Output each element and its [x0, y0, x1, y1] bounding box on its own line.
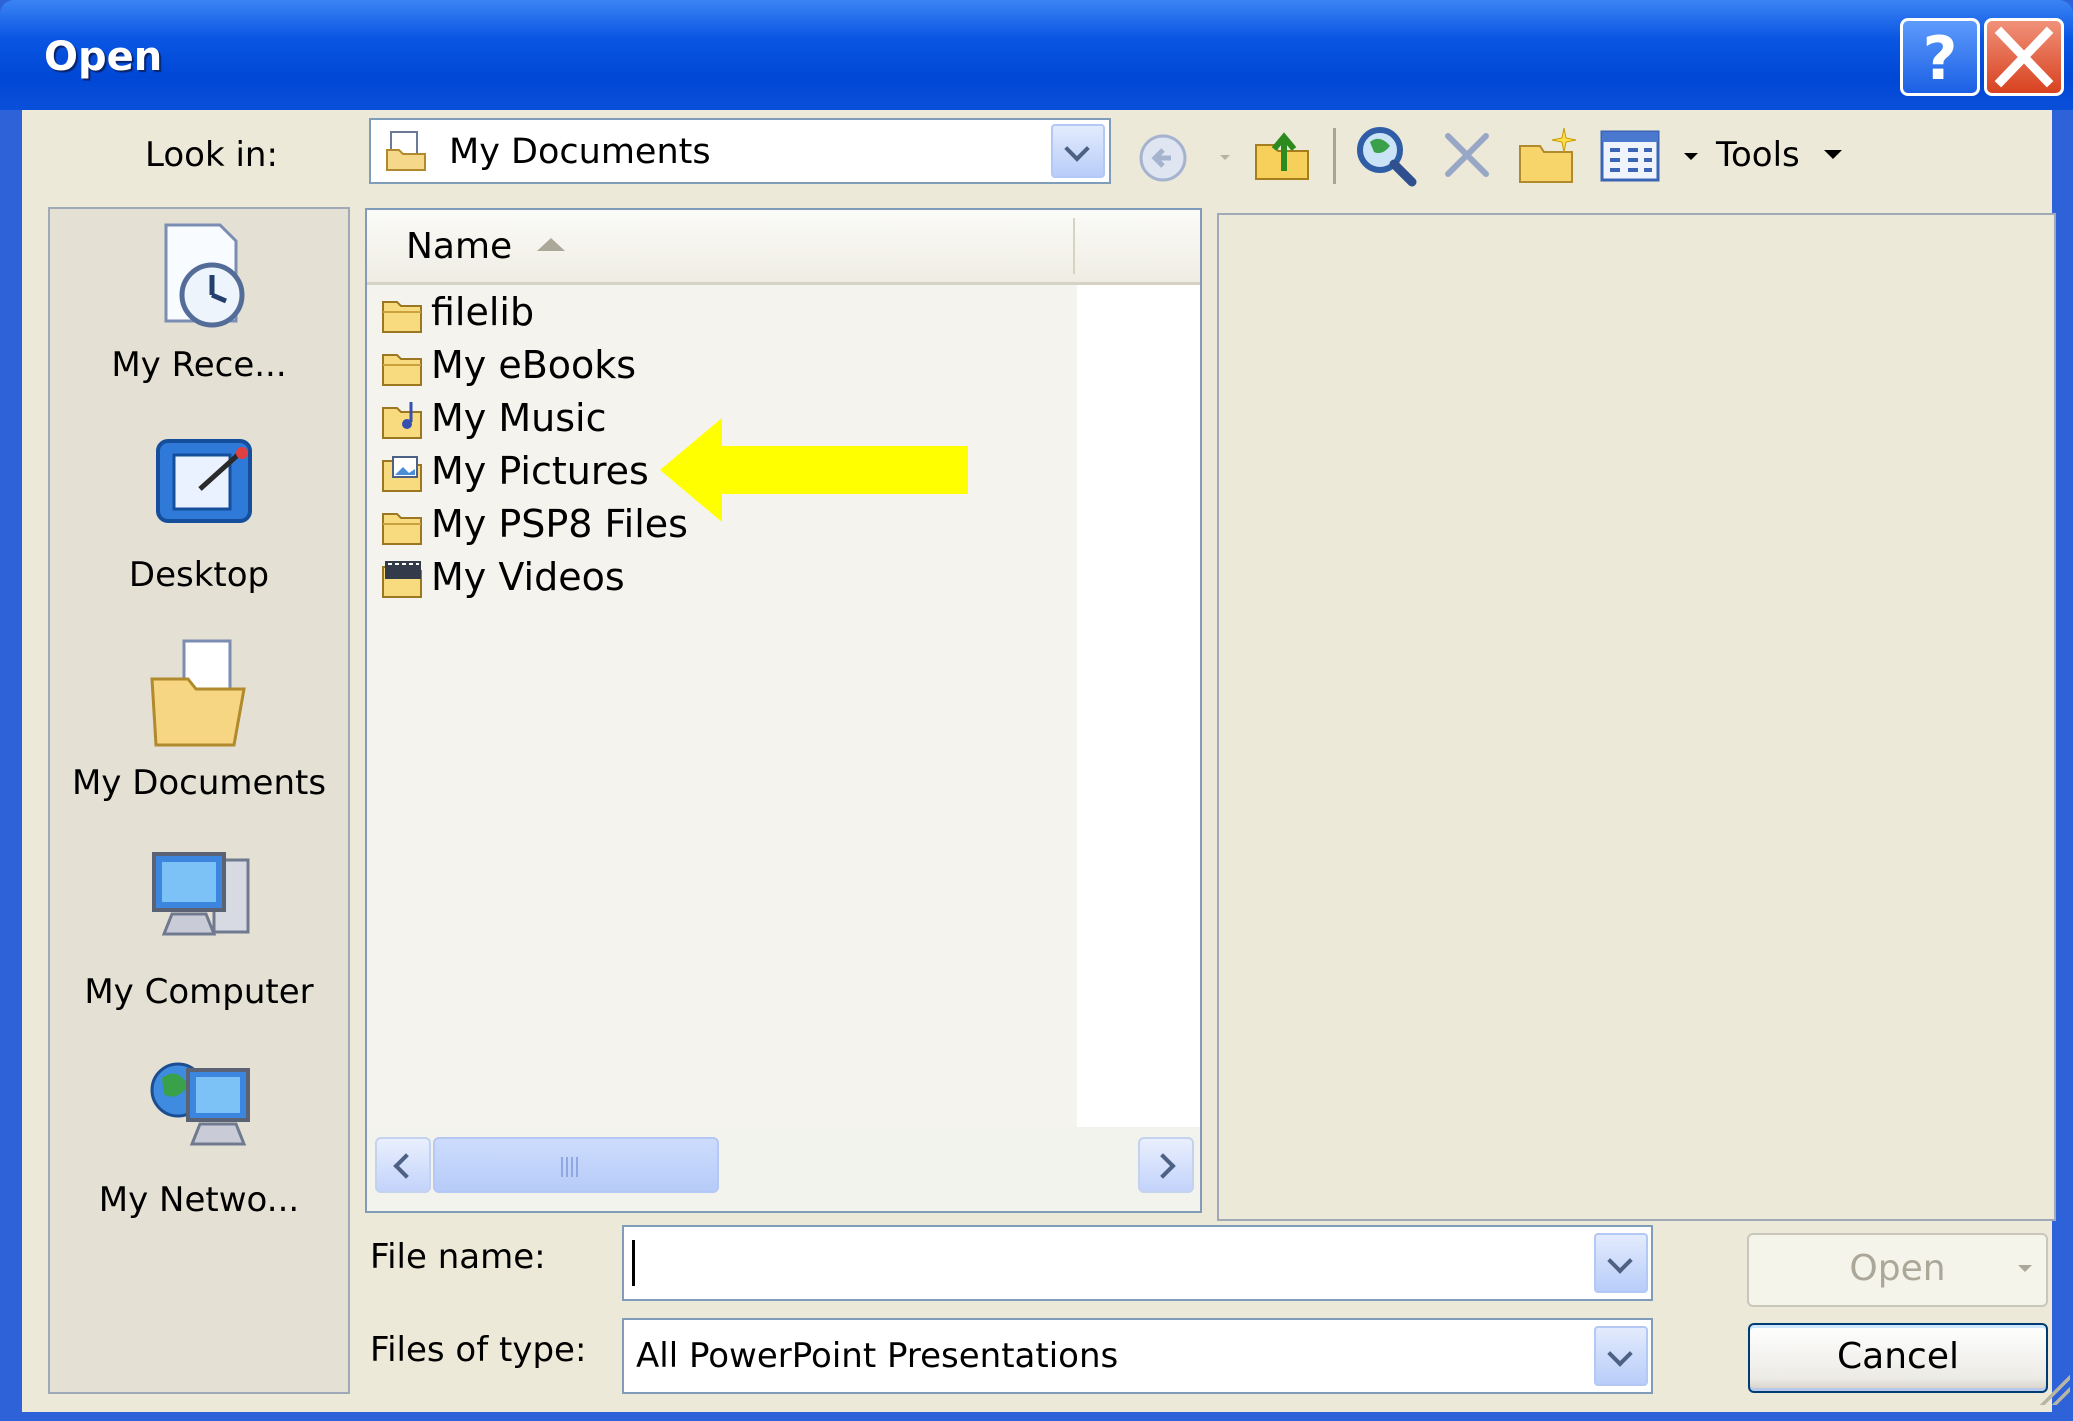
tools-dropdown-icon[interactable] — [1824, 150, 1842, 159]
place-desktop[interactable]: Desktop — [50, 427, 348, 627]
new-folder-icon[interactable] — [1516, 124, 1580, 188]
scrollbar-thumb[interactable] — [433, 1137, 719, 1193]
file-name: My Pictures — [431, 449, 649, 493]
my-recent-documents-icon — [164, 223, 245, 328]
file-name: My Music — [431, 396, 607, 440]
preview-pane — [1217, 213, 2056, 1221]
file-name: My Videos — [431, 555, 625, 599]
text-caret — [632, 1240, 635, 1286]
scroll-left-button[interactable] — [375, 1137, 431, 1193]
videos-folder-icon — [382, 561, 422, 598]
place-my-recent-documents[interactable]: My Rece... — [50, 217, 348, 417]
horizontal-scrollbar[interactable] — [367, 1127, 1200, 1211]
look-in-value: My Documents — [449, 132, 711, 172]
folder-icon — [382, 354, 422, 386]
folder-icon — [382, 301, 422, 333]
tools-menu[interactable]: Tools — [1716, 135, 1800, 175]
desktop-icon — [156, 439, 252, 523]
file-name-input[interactable] — [632, 1235, 1576, 1293]
scroll-right-button[interactable] — [1138, 1137, 1194, 1193]
place-my-network-places[interactable]: My Netwo... — [50, 1052, 348, 1252]
file-name: filelib — [431, 290, 535, 334]
file-list[interactable]: filelib My eBooks My Music My Pictures M… — [367, 285, 1077, 1127]
file-name: My PSP8 Files — [431, 502, 688, 546]
files-of-type-combo[interactable]: All PowerPoint Presentations — [622, 1318, 1653, 1394]
look-in-combo[interactable]: My Documents — [369, 118, 1111, 184]
files-of-type-dropdown-button[interactable] — [1594, 1326, 1648, 1386]
dialog-title: Open — [44, 34, 163, 80]
my-documents-icon — [150, 639, 246, 747]
svg-text:?: ? — [1923, 24, 1958, 93]
search-web-icon[interactable] — [1352, 122, 1418, 188]
file-name-label: File name: — [370, 1237, 546, 1277]
open-button[interactable]: Open — [1747, 1233, 2048, 1307]
my-computer-icon — [152, 852, 250, 936]
look-in-dropdown-button[interactable] — [1051, 124, 1105, 178]
place-my-documents[interactable]: My Documents — [50, 635, 348, 835]
file-name-dropdown-button[interactable] — [1594, 1233, 1648, 1293]
views-icon[interactable] — [1600, 128, 1662, 186]
back-icon[interactable] — [1135, 128, 1195, 188]
places-bar: My Rece... Desktop My Documents My Compu… — [48, 207, 350, 1394]
place-label: Desktop — [128, 555, 270, 595]
place-label: My Documents — [71, 763, 327, 803]
resize-grip-icon[interactable] — [2040, 1375, 2070, 1405]
open-dialog: Open ? Look in: My Documents Tools My Re… — [0, 0, 2073, 1421]
toolbar-separator — [1333, 128, 1336, 184]
delete-icon[interactable] — [1440, 128, 1494, 182]
file-list-pane: Name filelib My eBooks My Music My Pictu… — [365, 208, 1202, 1213]
column-divider[interactable] — [1073, 218, 1075, 274]
views-dropdown-icon[interactable] — [1684, 153, 1698, 160]
files-of-type-label: Files of type: — [370, 1330, 587, 1370]
callout-arrow — [660, 418, 968, 522]
file-name: My eBooks — [431, 343, 637, 387]
place-label: My Netwo... — [98, 1180, 300, 1220]
up-one-level-icon[interactable] — [1252, 125, 1314, 187]
place-label: My Computer — [84, 972, 314, 1012]
file-name-combo[interactable] — [622, 1225, 1653, 1301]
back-dropdown-icon[interactable] — [1220, 155, 1230, 160]
my-documents-small-icon — [386, 131, 426, 171]
place-my-computer[interactable]: My Computer — [50, 844, 348, 1044]
files-of-type-value: All PowerPoint Presentations — [636, 1336, 1119, 1376]
close-icon — [1994, 26, 2054, 88]
column-header-name[interactable]: Name — [367, 210, 1200, 285]
look-in-label: Look in: — [145, 135, 278, 175]
grip-icon — [561, 1157, 581, 1177]
place-label: My Rece... — [111, 345, 287, 385]
music-folder-icon — [382, 402, 422, 439]
close-button[interactable] — [1984, 18, 2064, 96]
help-button[interactable]: ? — [1900, 18, 1980, 96]
title-bar[interactable]: Open ? — [0, 0, 2073, 110]
my-network-places-icon — [150, 1062, 250, 1146]
folder-icon — [382, 513, 422, 545]
column-name-label: Name — [406, 226, 513, 267]
open-options-icon[interactable] — [2018, 1265, 2032, 1272]
sort-ascending-icon — [537, 238, 565, 251]
pictures-folder-icon — [382, 456, 422, 492]
question-mark-icon: ? — [1923, 24, 1958, 94]
cancel-button[interactable]: Cancel — [1748, 1323, 2048, 1393]
